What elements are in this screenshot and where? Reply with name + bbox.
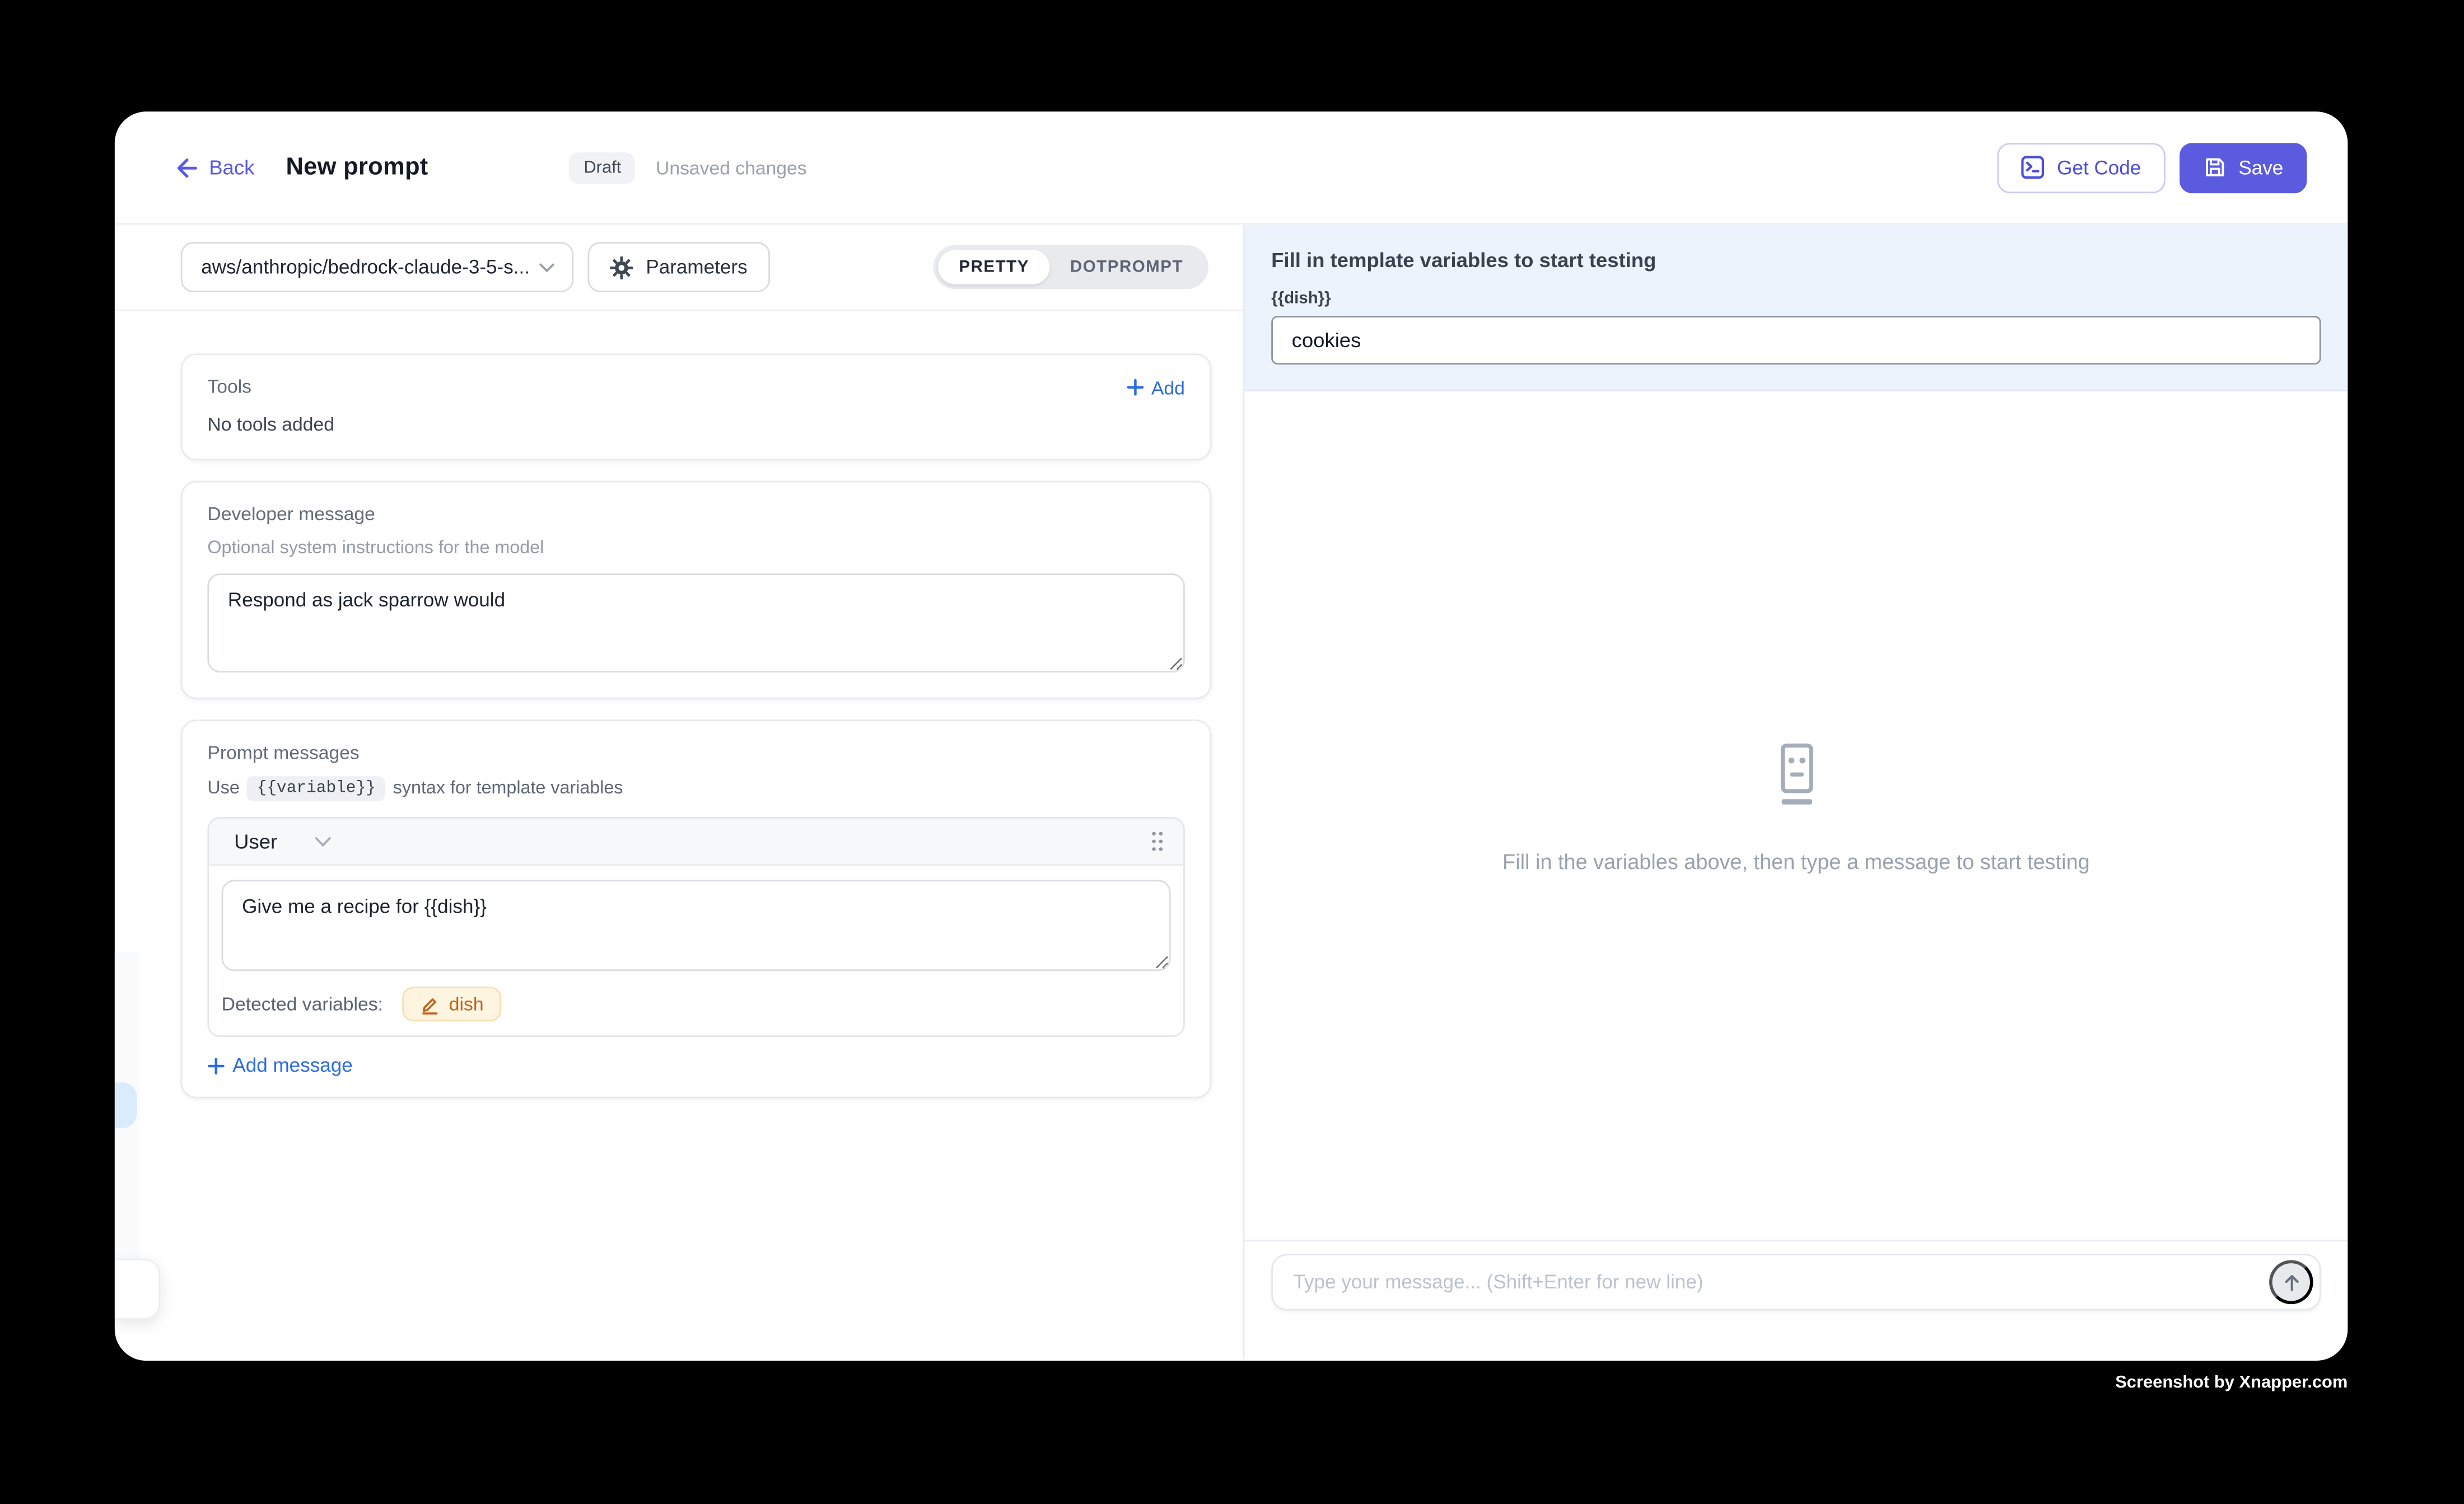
prompt-editor-pane: aws/anthropic/bedrock-claude-3-5-s... — [115, 225, 1245, 1359]
variable-value-input[interactable] — [1271, 316, 2321, 365]
developer-message-subtitle: Optional system instructions for the mod… — [207, 538, 1184, 559]
toggle-pretty[interactable]: PRETTY — [939, 250, 1049, 284]
arrow-up-icon — [2279, 1271, 2303, 1294]
model-select[interactable]: aws/anthropic/bedrock-claude-3-5-s... — [181, 242, 574, 292]
plus-icon — [207, 1057, 225, 1074]
add-tool-button[interactable]: Add — [1126, 376, 1185, 398]
model-select-value: aws/anthropic/bedrock-claude-3-5-s... — [201, 256, 530, 278]
page-title: New prompt — [286, 153, 428, 182]
sidebar-edge-strip — [115, 952, 140, 1311]
add-message-button[interactable]: Add message — [207, 1054, 1184, 1076]
chat-input-container — [1271, 1254, 2321, 1310]
header-bar: Back New prompt Draft Unsaved changes Ge… — [115, 111, 2348, 225]
sidebar-popover-peek — [115, 1259, 160, 1320]
back-arrow-icon — [176, 156, 198, 178]
chat-message-input[interactable] — [1293, 1271, 2269, 1293]
get-code-button[interactable]: Get Code — [1998, 142, 2165, 193]
plus-icon — [1126, 379, 1144, 396]
message-header: User — [209, 819, 1183, 866]
hint-prefix: Use — [207, 779, 239, 798]
sidebar-active-item-peek — [115, 1082, 137, 1128]
main-split: aws/anthropic/bedrock-claude-3-5-s... — [115, 225, 2348, 1359]
save-label: Save — [2238, 156, 2283, 178]
model-toolbar: aws/anthropic/bedrock-claude-3-5-s... — [115, 225, 1243, 311]
toggle-dotprompt[interactable]: DOTPROMPT — [1049, 250, 1203, 284]
drag-dots-icon — [1150, 830, 1164, 853]
view-mode-toggle: PRETTY DOTPROMPT — [934, 245, 1208, 289]
tools-card-header: Tools Add — [207, 376, 1184, 399]
edit-pencil-icon — [419, 994, 439, 1014]
back-label: Back — [209, 156, 254, 179]
chat-input-row — [1244, 1240, 2348, 1359]
template-variables-bar: Fill in template variables to start test… — [1244, 225, 2348, 391]
save-floppy-icon — [2202, 156, 2226, 179]
status-badge: Draft — [570, 152, 635, 183]
unsaved-changes-note: Unsaved changes — [656, 156, 807, 178]
send-button[interactable] — [2269, 1260, 2313, 1305]
variable-chip-label: dish — [449, 993, 484, 1015]
app-window: Back New prompt Draft Unsaved changes Ge… — [115, 111, 2348, 1361]
empty-state-message: Fill in the variables above, then type a… — [1502, 849, 2090, 873]
detected-variables-row: Detected variables: dish — [209, 971, 1183, 1035]
role-select-value[interactable]: User — [234, 830, 277, 853]
developer-message-textarea[interactable]: Respond as jack sparrow would — [207, 573, 1184, 672]
prompt-messages-title: Prompt messages — [207, 741, 1184, 765]
editor-scroll-area: Tools Add No tools added Developer messa… — [115, 311, 1243, 1360]
variable-name-label: {{dish}} — [1271, 289, 2321, 308]
tools-empty-text: No tools added — [207, 413, 1184, 435]
hint-suffix: syntax for template variables — [393, 779, 623, 798]
detected-variables-label: Detected variables: — [222, 993, 383, 1015]
developer-message-title: Developer message — [207, 503, 1184, 526]
prompt-messages-card: Prompt messages Use {{variable}} syntax … — [181, 720, 1212, 1098]
parameters-button[interactable]: Parameters — [587, 242, 769, 292]
drag-handle[interactable] — [1150, 830, 1164, 853]
message-block: User Giv — [207, 817, 1184, 1037]
role-chevron-down-icon[interactable] — [315, 835, 332, 847]
chat-empty-state: Fill in the variables above, then type a… — [1244, 391, 2348, 1240]
template-syntax-hint: Use {{variable}} syntax for template var… — [207, 776, 1184, 801]
developer-message-card: Developer message Optional system instru… — [181, 481, 1212, 699]
gear-icon — [610, 255, 633, 279]
back-button[interactable]: Back — [176, 156, 254, 179]
variables-heading: Fill in template variables to start test… — [1271, 248, 2321, 272]
variable-syntax-chip: {{variable}} — [248, 776, 385, 801]
message-body: Give me a recipe for {{dish}} — [209, 866, 1183, 971]
save-button[interactable]: Save — [2179, 142, 2307, 193]
robot-face-icon — [1770, 742, 1822, 809]
parameters-label: Parameters — [646, 256, 747, 278]
add-tool-label: Add — [1151, 376, 1185, 398]
tools-card: Tools Add No tools added — [181, 353, 1212, 460]
variable-chip-dish[interactable]: dish — [402, 987, 501, 1021]
test-pane: Fill in template variables to start test… — [1244, 225, 2348, 1359]
chevron-down-icon — [539, 261, 555, 273]
watermark: Screenshot by Xnapper.com — [2115, 1374, 2348, 1393]
get-code-label: Get Code — [2057, 156, 2141, 178]
code-terminal-icon — [2021, 156, 2045, 179]
add-message-label: Add message — [232, 1054, 352, 1076]
tools-title: Tools — [207, 376, 251, 399]
message-textarea[interactable]: Give me a recipe for {{dish}} — [222, 880, 1171, 971]
screenshot-canvas: Back New prompt Draft Unsaved changes Ge… — [0, 0, 2464, 1503]
